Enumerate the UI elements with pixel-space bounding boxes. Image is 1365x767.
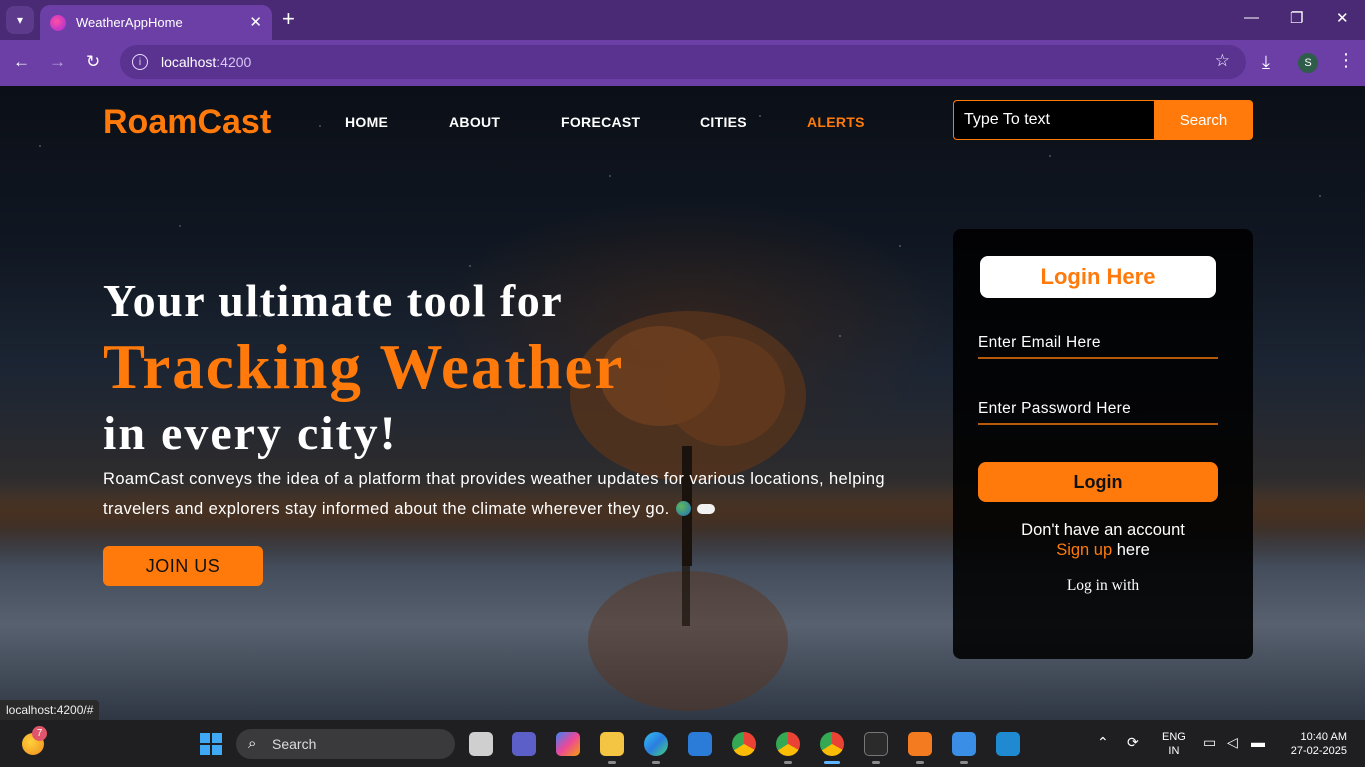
minimize-icon[interactable]: — [1244,9,1259,26]
restore-icon[interactable]: ❐ [1290,9,1303,27]
taskbar-search[interactable]: ⌕ Search [236,729,455,759]
chrome-icon[interactable] [732,732,756,756]
tab-close-icon[interactable]: ✕ [249,13,262,31]
xampp-icon[interactable] [908,732,932,756]
nav-forecast[interactable]: FORECAST [561,114,640,130]
reload-icon[interactable]: ↻ [86,52,100,72]
no-account-text: Don't have an account [1021,521,1185,539]
volume-icon[interactable]: ◁ [1227,734,1238,751]
url-text: localhost:4200 [161,54,252,70]
running-indicator [608,761,616,764]
login-button[interactable]: Login [978,462,1218,502]
vscode-icon[interactable] [996,732,1020,756]
nav-about[interactable]: ABOUT [449,114,500,130]
store-icon[interactable] [688,732,712,756]
windows-taskbar: 7 ⌕ Search ⌃ ⟳ ENG IN ▭ ◁ ▬ 10:40 AM 27-… [0,720,1365,767]
chrome-active-icon[interactable] [820,732,844,756]
back-arrow-icon[interactable]: ← [13,52,30,72]
active-indicator [824,761,840,764]
hero-line-2: Tracking Weather [103,332,625,402]
nav-home[interactable]: HOME [345,114,388,130]
browser-tab[interactable]: WeatherAppHome ✕ [40,5,272,40]
file-explorer-icon[interactable] [600,732,624,756]
language-indicator[interactable]: ENG IN [1162,730,1186,758]
running-indicator [784,761,792,764]
show-hidden-icons-icon[interactable]: ⌃ [1097,734,1109,751]
sync-icon[interactable]: ⟳ [1127,734,1139,751]
nav-alerts[interactable]: ALERTS [807,114,865,130]
taskbar-search-label: Search [272,736,317,752]
teams-icon[interactable] [512,732,536,756]
search-icon: ⌕ [248,735,257,752]
download-icon[interactable]: ⤓ [1262,52,1270,73]
browser-toolbar: ← → ↻ i localhost:4200 ☆ ⤓ S ⋮ [0,40,1365,86]
running-indicator [960,761,968,764]
profile-avatar[interactable]: S [1298,53,1318,73]
running-indicator [652,761,660,764]
taskbar-clock[interactable]: 10:40 AM 27-02-2025 [1283,730,1347,758]
chrome-profile-icon[interactable] [776,732,800,756]
running-indicator [872,761,880,764]
tab-title: WeatherAppHome [76,15,183,30]
terminal-icon[interactable] [864,732,888,756]
cloud-emoji-icon [696,504,715,514]
running-indicator [916,761,924,764]
copilot-icon[interactable] [556,732,580,756]
search-input[interactable]: Type To text [953,100,1154,140]
link-status-bubble: localhost:4200/# [0,700,100,720]
network-icon[interactable]: ▭ [1203,734,1216,751]
forward-arrow-icon[interactable]: → [49,52,66,72]
password-field[interactable]: Enter Password Here [978,395,1218,425]
login-card-title: Login Here [980,256,1216,298]
email-field[interactable]: Enter Email Here [978,329,1218,359]
close-window-icon[interactable]: ✕ [1336,9,1349,27]
address-bar[interactable]: i localhost:4200 ☆ [120,45,1246,79]
angular-favicon-icon [50,14,66,31]
windows-start-icon[interactable] [200,733,222,755]
tab-search-menu-icon[interactable]: ▾ [6,6,34,34]
nav-cities[interactable]: CITIES [700,114,747,130]
hero-description: RoamCast conveys the idea of a platform … [103,470,885,518]
hero-line-3: in every city! [103,407,398,460]
signup-line: Sign up here [1056,541,1150,559]
log-in-with-text: Log in with [1066,577,1140,594]
task-view-icon[interactable] [469,732,493,756]
browser-menu-icon[interactable]: ⋮ [1337,50,1355,71]
bookmark-star-icon[interactable]: ☆ [1215,51,1230,71]
page-viewport: RoamCast HOME ABOUT FORECAST CITIES ALER… [0,86,1365,720]
site-info-icon[interactable]: i [132,54,148,70]
hero-line-1: Your ultimate tool for [103,275,564,326]
globe-emoji-icon [675,501,691,516]
edge-icon[interactable] [644,732,668,756]
battery-icon[interactable]: ▬ [1251,734,1265,750]
join-us-button[interactable]: JOIN US [103,546,263,586]
site-logo[interactable]: RoamCast [103,103,271,142]
search-button[interactable]: Search [1154,100,1253,140]
new-tab-plus-icon[interactable]: + [282,8,295,30]
signup-link[interactable]: Sign up [1056,541,1112,559]
weather-badge: 7 [32,726,47,741]
login-card: Login Here Enter Email Here Enter Passwo… [953,229,1253,659]
browser-tab-bar: ▾ WeatherAppHome ✕ + — ❐ ✕ [0,0,1365,40]
notepad-icon[interactable] [952,732,976,756]
